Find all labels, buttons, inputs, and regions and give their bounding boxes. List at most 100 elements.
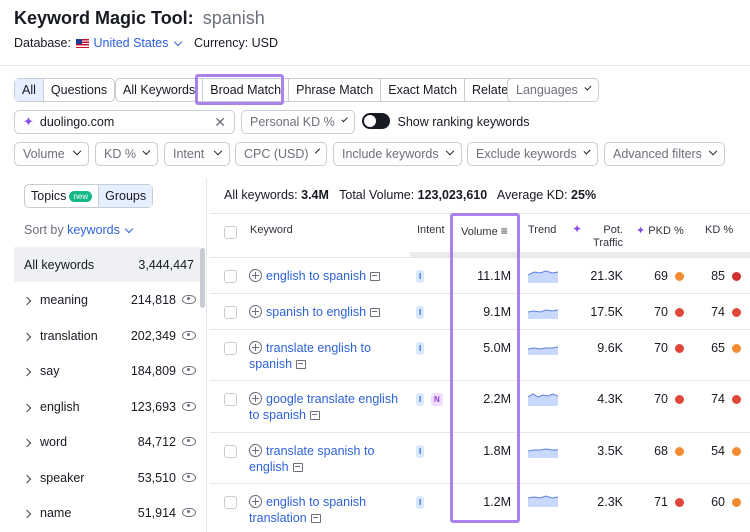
chevron-down-icon — [314, 148, 320, 154]
sidebar-item-english[interactable]: english 123,693 — [14, 389, 200, 424]
keyword-link[interactable]: english to spanish translation — [249, 494, 366, 526]
filter-include-keywords[interactable]: Include keywords — [333, 142, 462, 166]
table-row: translate english to spanish I 5.0M 9.6K … — [210, 329, 750, 380]
pkd-dot — [675, 272, 684, 281]
col-pot-traffic[interactable]: Pot. Traffic — [593, 224, 623, 250]
table-header: Keyword Intent Volume ≡ Trend ✦ Pot. Traf… — [210, 213, 750, 257]
languages-dropdown[interactable]: Languages — [507, 78, 599, 102]
tab-phrase-match[interactable]: Phrase Match — [289, 79, 382, 101]
clear-icon[interactable]: ✕ — [214, 114, 226, 131]
add-icon[interactable] — [249, 269, 262, 282]
filter-cpc[interactable]: CPC (USD) — [235, 142, 327, 166]
col-pkd[interactable]: ✦ PKD % — [636, 224, 684, 237]
keyword-text-cont[interactable]: translation — [249, 511, 307, 525]
tab-groups[interactable]: Groups — [98, 185, 153, 207]
pkd-dot — [675, 447, 684, 456]
eye-icon[interactable] — [182, 295, 196, 304]
summary-label: All keywords: — [224, 188, 298, 202]
chevron-right-icon — [22, 474, 32, 483]
sparkle-icon: ✦ — [572, 222, 583, 236]
row-checkbox[interactable] — [224, 270, 237, 283]
row-checkbox[interactable] — [224, 342, 237, 355]
col-kd[interactable]: KD % — [705, 224, 733, 236]
add-icon[interactable] — [249, 305, 262, 318]
chevron-right-icon — [22, 438, 32, 447]
personal-kd-dropdown[interactable]: Personal KD % — [241, 110, 355, 134]
show-ranking-toggle[interactable]: Show ranking keywords — [362, 113, 530, 129]
sidebar-item-translation[interactable]: translation 202,349 — [14, 318, 200, 353]
row-checkbox[interactable] — [224, 496, 237, 509]
col-traffic-label: Traffic — [593, 237, 623, 249]
pkd-dot — [675, 498, 684, 507]
keyword-text-cont[interactable]: to spanish — [249, 408, 306, 422]
tab-broad-match[interactable]: Broad Match — [203, 79, 290, 101]
sidebar-item-speaker[interactable]: speaker 53,510 — [14, 460, 200, 495]
keyword-text-cont[interactable]: spanish — [249, 357, 292, 371]
row-checkbox[interactable] — [224, 393, 237, 406]
tab-all[interactable]: All — [15, 79, 44, 101]
keyword-link[interactable]: google translate english to spanish — [249, 391, 398, 423]
filter-label: Intent — [173, 147, 205, 161]
sidebar-scrollbar[interactable] — [200, 248, 205, 308]
row-checkbox[interactable] — [224, 306, 237, 319]
tool-name: Keyword Magic Tool: — [14, 8, 194, 28]
filter-advanced[interactable]: Advanced filters — [604, 142, 725, 166]
add-icon[interactable] — [249, 444, 262, 457]
domain-input[interactable]: ✦ duolingo.com ✕ — [14, 110, 235, 134]
domain-value[interactable]: duolingo.com — [40, 115, 114, 129]
keyword-text[interactable]: google translate english — [266, 392, 398, 406]
eye-icon[interactable] — [182, 473, 196, 482]
add-icon[interactable] — [249, 495, 262, 508]
sidebar-item-all-keywords[interactable]: All keywords 3,444,447 — [14, 247, 200, 282]
tab-topics[interactable]: Topics new — [25, 185, 98, 207]
tab-all-keywords[interactable]: All Keywords — [116, 79, 204, 101]
keyword-link[interactable]: spanish to english — [249, 304, 381, 320]
pkd-value: 68 — [654, 444, 668, 458]
keyword-text[interactable]: translate spanish to — [266, 444, 374, 458]
database-value[interactable]: United States — [93, 36, 168, 50]
keyword-text[interactable]: spanish to english — [266, 305, 366, 319]
eye-icon[interactable] — [182, 402, 196, 411]
filter-volume[interactable]: Volume — [14, 142, 89, 166]
intent-badge: I — [416, 445, 425, 458]
chevron-down-icon — [213, 146, 223, 156]
col-intent[interactable]: Intent — [417, 224, 445, 236]
sidebar-item-count: 84,712 — [137, 434, 176, 449]
select-all-checkbox[interactable] — [224, 226, 237, 239]
eye-icon[interactable] — [182, 331, 196, 340]
database-selector[interactable]: Database: United States — [14, 36, 182, 50]
eye-icon[interactable] — [182, 437, 196, 446]
eye-icon[interactable] — [182, 508, 196, 517]
tab-questions[interactable]: Questions — [44, 79, 114, 101]
sort-by[interactable]: Sort by keywords — [24, 223, 134, 237]
chevron-down-icon — [173, 37, 182, 47]
sidebar-item-word[interactable]: word 84,712 — [14, 424, 200, 459]
col-volume[interactable]: Volume ≡ — [461, 224, 508, 238]
intent-badge: I — [416, 342, 425, 355]
keyword-text[interactable]: english to spanish — [266, 495, 366, 509]
sidebar-item-meaning[interactable]: meaning 214,818 — [14, 282, 200, 317]
keyword-link[interactable]: translate spanish to english — [249, 443, 374, 475]
keyword-link[interactable]: translate english to spanish — [249, 340, 371, 372]
keyword-link[interactable]: english to spanish — [249, 268, 381, 284]
keyword-text[interactable]: translate english to — [266, 341, 371, 355]
filter-intent[interactable]: Intent — [164, 142, 230, 166]
sidebar-item-name[interactable]: name 51,914 — [14, 495, 200, 530]
eye-icon[interactable] — [182, 366, 196, 375]
toggle-switch[interactable] — [362, 113, 390, 129]
filter-kd[interactable]: KD % — [95, 142, 158, 166]
col-keyword[interactable]: Keyword — [250, 224, 293, 236]
sidebar-item-say[interactable]: say 184,809 — [14, 353, 200, 388]
filter-exclude-keywords[interactable]: Exclude keywords — [467, 142, 598, 166]
add-icon[interactable] — [249, 392, 262, 405]
sort-value[interactable]: keywords — [67, 223, 120, 237]
pot-traffic-value: 3.5K — [597, 444, 623, 458]
tab-exact-match[interactable]: Exact Match — [381, 79, 466, 101]
keyword-text-cont[interactable]: english — [249, 460, 289, 474]
keyword-text[interactable]: english to spanish — [266, 269, 366, 283]
row-checkbox[interactable] — [224, 445, 237, 458]
col-trend[interactable]: Trend — [528, 224, 556, 236]
table-row: english to spanish I 11.1M 21.3K 69 85 — [210, 257, 750, 293]
kd-value: 74 — [711, 305, 725, 319]
add-icon[interactable] — [249, 341, 262, 354]
